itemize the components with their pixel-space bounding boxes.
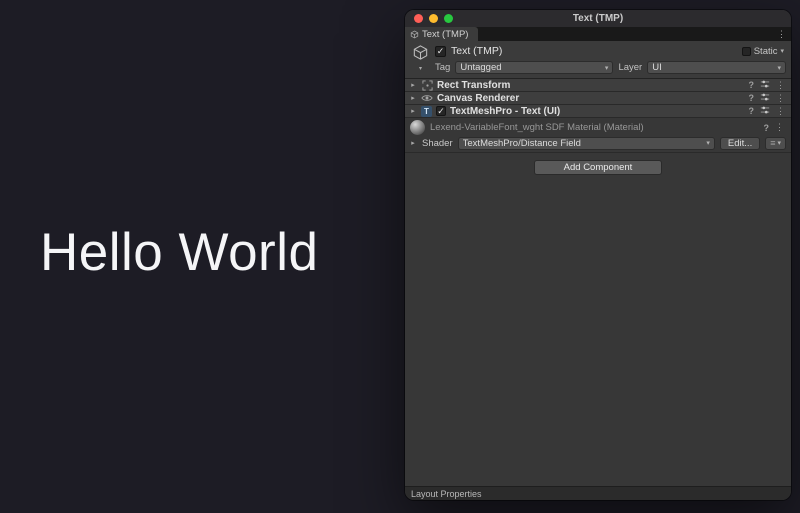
layer-dropdown-arrow-icon: ▾ xyxy=(777,64,781,72)
shader-menu-button[interactable]: ≡ ▾ xyxy=(765,137,786,150)
rect-transform-icon xyxy=(421,79,433,91)
traffic-lights xyxy=(405,14,453,23)
layout-properties-bar[interactable]: Layout Properties xyxy=(405,486,791,500)
static-dropdown[interactable]: Static ▾ xyxy=(742,46,786,57)
static-dropdown-arrow-icon: ▾ xyxy=(780,47,784,55)
material-foldout-arrow-icon[interactable]: ▸ xyxy=(409,139,417,147)
component-header-rect-transform[interactable]: ▸ Rect Transform ? ⋮ xyxy=(405,79,791,92)
material-sphere-icon xyxy=(410,120,425,135)
shader-menu-arrow-icon: ▾ xyxy=(777,139,781,147)
shader-row: ▸ Shader TextMeshPro/Distance Field ▾ Ed… xyxy=(405,137,791,153)
gameobject-icon-column: ▾ xyxy=(409,44,432,74)
menu-icon: ≡ xyxy=(770,138,775,148)
inspector-window: Text (TMP) Text (TMP) ⋮ ▾ ✓ Te xyxy=(405,10,791,500)
shader-value: TextMeshPro/Distance Field xyxy=(463,138,703,149)
static-checkbox[interactable] xyxy=(742,47,751,56)
textmeshpro-icon: T xyxy=(421,106,432,117)
material-name: Lexend-VariableFont_wght SDF Material (M… xyxy=(430,122,759,133)
gameobject-name-field[interactable]: Text (TMP) xyxy=(451,45,737,57)
hello-world-text: Hello World xyxy=(40,222,318,283)
layer-dropdown[interactable]: UI ▾ xyxy=(647,61,786,74)
tag-layer-row: Tag Untagged ▾ Layer UI ▾ xyxy=(435,61,786,74)
inspector-body: Add Component xyxy=(405,153,791,486)
component-header-canvas-renderer[interactable]: ▸ Canvas Renderer ? ⋮ xyxy=(405,92,791,105)
window-titlebar[interactable]: Text (TMP) xyxy=(405,10,791,27)
help-icon[interactable]: ? xyxy=(749,106,755,116)
close-button[interactable] xyxy=(414,14,423,23)
static-label: Static xyxy=(754,46,778,57)
kebab-menu-icon[interactable]: ⋮ xyxy=(775,122,784,133)
tag-dropdown[interactable]: Untagged ▾ xyxy=(455,61,613,74)
tab-kebab-menu-icon[interactable]: ⋮ xyxy=(777,27,786,41)
tab-label: Text (TMP) xyxy=(422,29,468,40)
component-enabled-checkbox[interactable]: ✓ xyxy=(436,106,446,116)
tag-label: Tag xyxy=(435,62,450,73)
icon-picker-dropdown-icon[interactable]: ▾ xyxy=(419,66,422,72)
foldout-arrow-icon[interactable]: ▸ xyxy=(409,81,417,89)
add-component-button[interactable]: Add Component xyxy=(534,160,662,175)
shader-edit-button[interactable]: Edit... xyxy=(720,137,760,150)
material-header[interactable]: Lexend-VariableFont_wght SDF Material (M… xyxy=(405,118,791,137)
component-header-textmeshpro[interactable]: ▸ T ✓ TextMeshPro - Text (UI) ? ⋮ xyxy=(405,105,791,118)
material-header-icons: ? ⋮ xyxy=(764,122,787,133)
shader-label: Shader xyxy=(422,138,453,149)
component-label: Canvas Renderer xyxy=(437,93,745,104)
shader-dropdown[interactable]: TextMeshPro/Distance Field ▾ xyxy=(458,137,715,150)
layer-value: UI xyxy=(652,62,773,73)
component-label: Rect Transform xyxy=(437,80,745,91)
foldout-arrow-icon[interactable]: ▸ xyxy=(409,107,417,115)
tab-properties[interactable]: Text (TMP) xyxy=(405,27,478,41)
tab-cube-icon xyxy=(410,30,419,39)
zoom-button[interactable] xyxy=(444,14,453,23)
canvas-renderer-icon xyxy=(421,92,433,104)
gameobject-header: ▾ ✓ Text (TMP) Static ▾ Tag Untagged ▾ L… xyxy=(405,41,791,79)
gameobject-fields: ✓ Text (TMP) Static ▾ Tag Untagged ▾ Lay… xyxy=(435,44,786,74)
gameobject-name-row: ✓ Text (TMP) Static ▾ xyxy=(435,44,786,58)
component-label: TextMeshPro - Text (UI) xyxy=(450,106,745,117)
shader-dropdown-arrow-icon: ▾ xyxy=(706,139,710,147)
active-checkbox[interactable]: ✓ xyxy=(435,46,446,57)
minimize-button[interactable] xyxy=(429,14,438,23)
window-title: Text (TMP) xyxy=(405,13,791,24)
tag-value: Untagged xyxy=(460,62,601,73)
kebab-menu-icon[interactable]: ⋮ xyxy=(776,106,785,117)
tab-bar: Text (TMP) ⋮ xyxy=(405,27,791,41)
gameobject-cube-icon[interactable] xyxy=(412,44,429,66)
foldout-arrow-icon[interactable]: ▸ xyxy=(409,94,417,102)
help-icon[interactable]: ? xyxy=(764,123,770,133)
tag-dropdown-arrow-icon: ▾ xyxy=(605,64,609,72)
layer-label: Layer xyxy=(618,62,642,73)
layout-properties-label: Layout Properties xyxy=(411,489,482,499)
